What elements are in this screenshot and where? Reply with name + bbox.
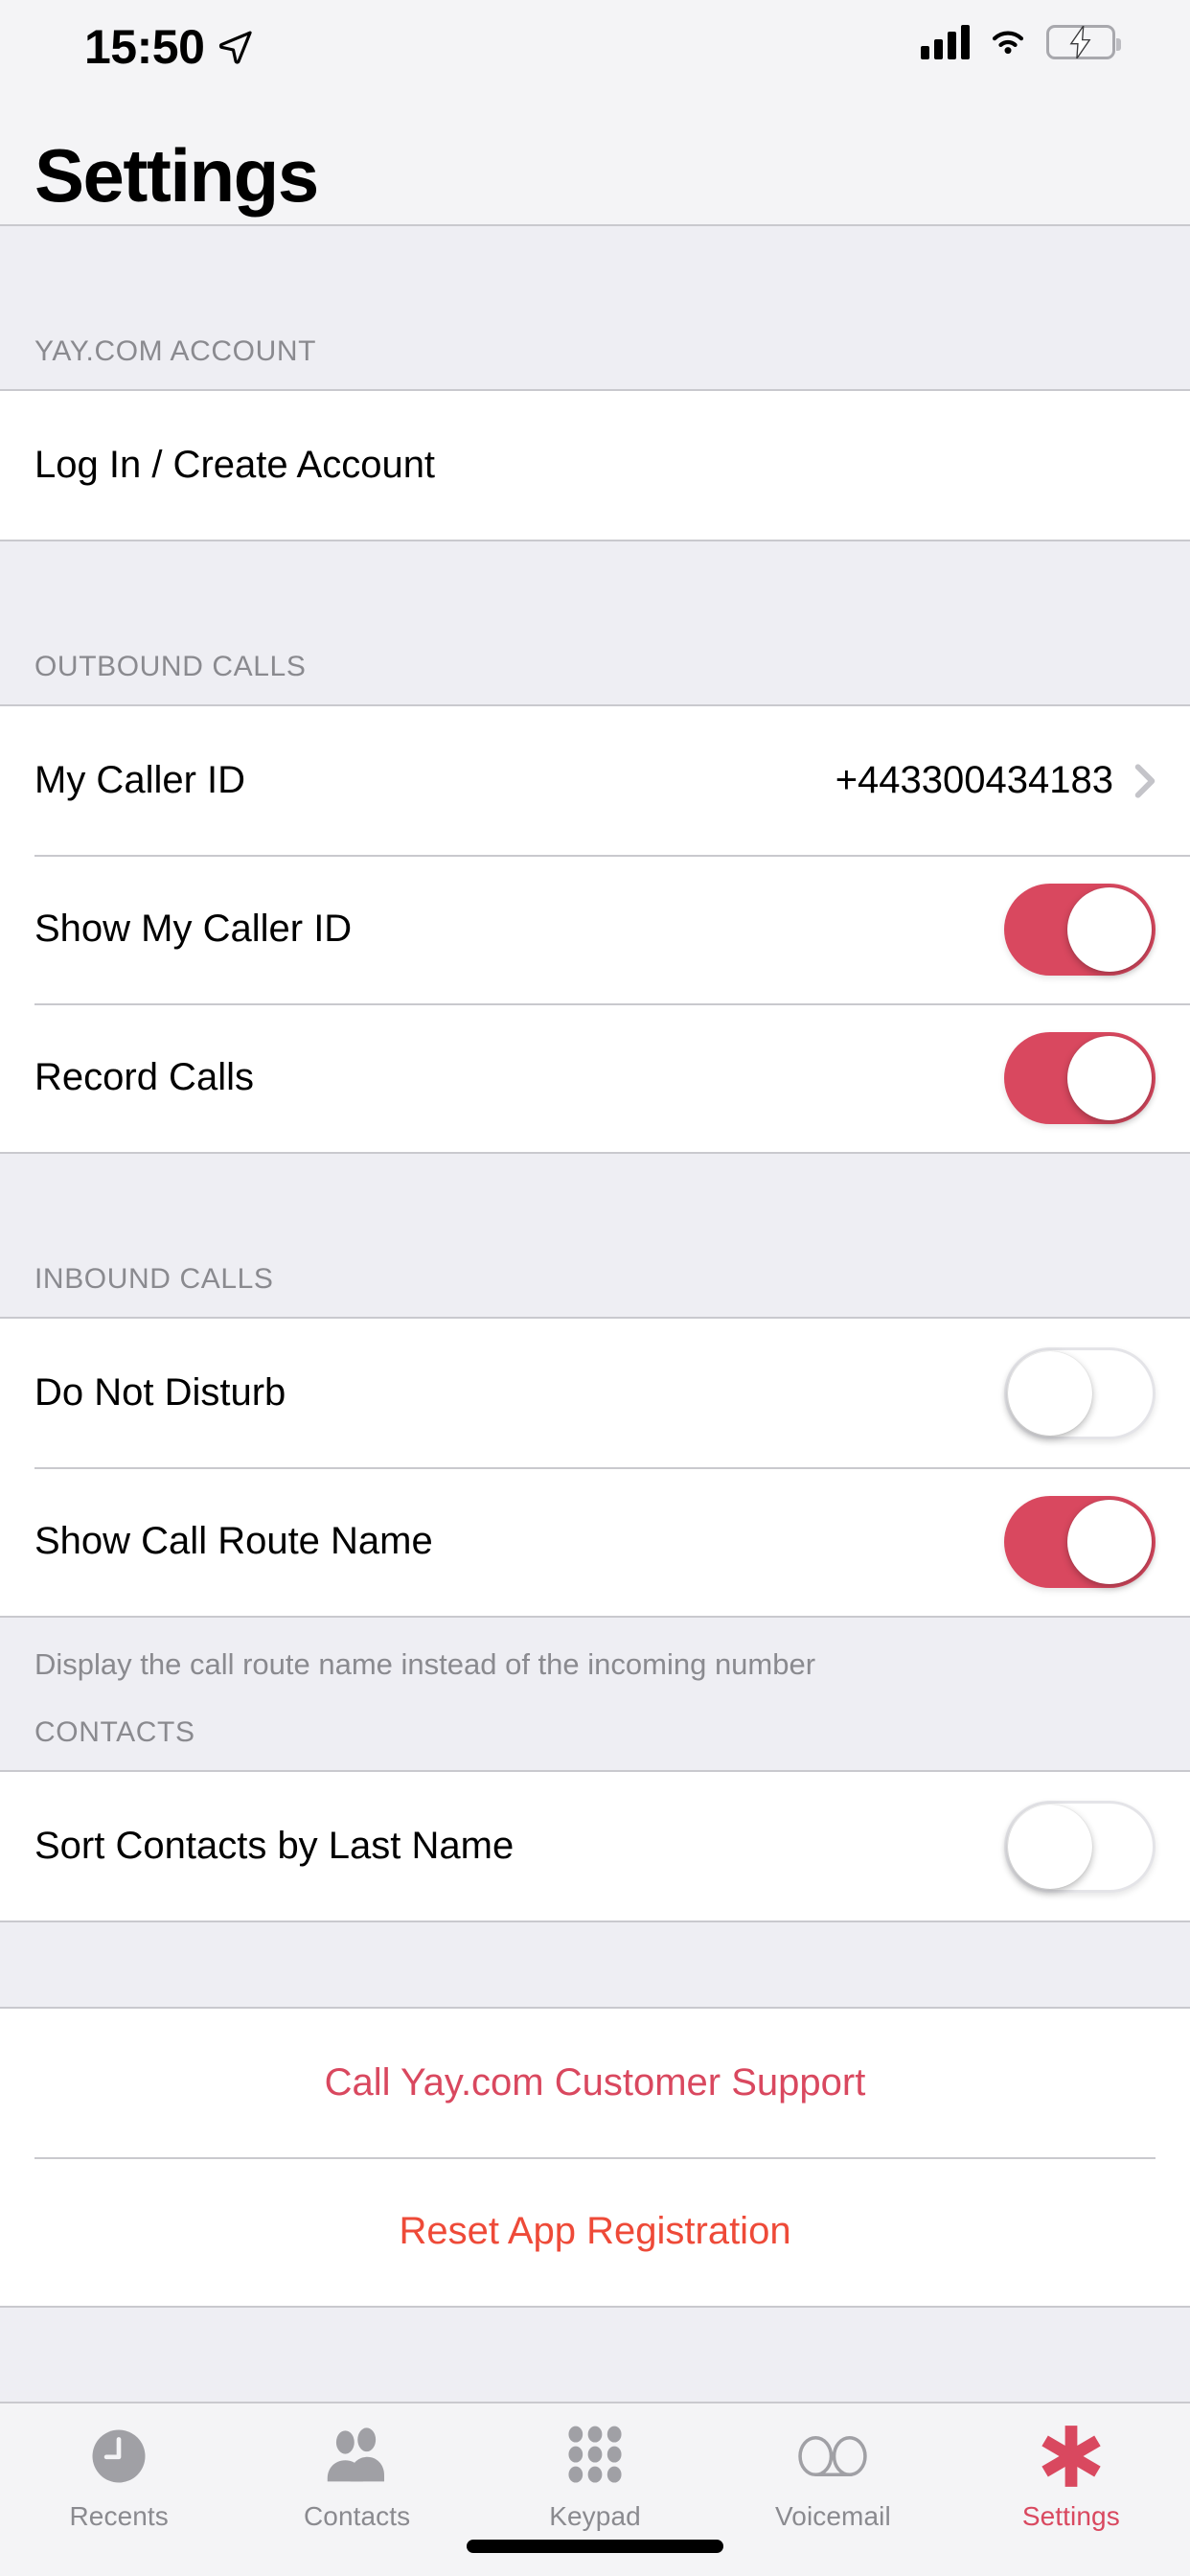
tab-label: Voicemail bbox=[775, 2501, 891, 2531]
tab-contacts[interactable]: Contacts bbox=[238, 2421, 475, 2532]
section-header-account: YAY.COM ACCOUNT bbox=[0, 226, 1190, 389]
tab-recents[interactable]: Recents bbox=[0, 2421, 238, 2532]
tab-keypad[interactable]: Keypad bbox=[476, 2421, 714, 2532]
status-bar-left: 15:50 bbox=[84, 23, 254, 71]
row-label: Do Not Disturb bbox=[34, 1371, 286, 1414]
page-title: Settings bbox=[34, 133, 319, 218]
clock-icon bbox=[87, 2421, 150, 2492]
group-outbound-calls: My Caller ID +443300434183 Show My Calle… bbox=[0, 704, 1190, 1154]
chevron-right-icon bbox=[1134, 763, 1156, 798]
cellular-signal-icon bbox=[921, 25, 970, 59]
tab-label: Settings bbox=[1021, 2501, 1120, 2531]
action-label: Call Yay.com Customer Support bbox=[324, 2061, 866, 2104]
status-bar: 15:50 bbox=[0, 0, 1190, 126]
tab-label: Recents bbox=[69, 2501, 169, 2531]
tab-label: Keypad bbox=[549, 2501, 641, 2531]
section-header-outbound-calls: OUTBOUND CALLS bbox=[0, 541, 1190, 704]
row-do-not-disturb[interactable]: Do Not Disturb bbox=[0, 1319, 1190, 1467]
tab-label: Contacts bbox=[303, 2501, 411, 2531]
bottom-spacer bbox=[0, 2308, 1190, 2366]
group-actions: Call Yay.com Customer Support Reset App … bbox=[0, 2007, 1190, 2309]
home-indicator bbox=[467, 2540, 723, 2553]
row-label: Show My Caller ID bbox=[34, 908, 353, 950]
row-show-my-caller-id[interactable]: Show My Caller ID bbox=[0, 855, 1190, 1003]
group-inbound-calls: Do Not Disturb Show Call Route Name bbox=[0, 1317, 1190, 1618]
row-my-caller-id[interactable]: My Caller ID +443300434183 bbox=[0, 706, 1190, 855]
group-contacts: Sort Contacts by Last Name bbox=[0, 1770, 1190, 1923]
settings-list: YAY.COM ACCOUNT Log In / Create Account … bbox=[0, 226, 1190, 2402]
row-label: Log In / Create Account bbox=[34, 444, 436, 486]
wifi-icon bbox=[992, 31, 1024, 55]
show-call-route-name-toggle[interactable] bbox=[1004, 1495, 1156, 1588]
voicemail-icon bbox=[796, 2421, 869, 2492]
row-log-in-create-account[interactable]: Log In / Create Account bbox=[0, 391, 1190, 540]
row-label: Show Call Route Name bbox=[34, 1520, 433, 1562]
section-spacer bbox=[0, 1922, 1190, 2008]
row-sort-contacts-by-last-name[interactable]: Sort Contacts by Last Name bbox=[0, 1772, 1190, 1921]
row-label: My Caller ID bbox=[34, 759, 246, 801]
action-label: Reset App Registration bbox=[399, 2210, 791, 2253]
navigation-bar: Settings bbox=[0, 126, 1190, 226]
group-account: Log In / Create Account bbox=[0, 389, 1190, 541]
location-arrow-icon bbox=[219, 31, 253, 64]
tab-voicemail[interactable]: Voicemail bbox=[714, 2421, 951, 2532]
section-header-inbound-calls: INBOUND CALLS bbox=[0, 1154, 1190, 1317]
people-icon bbox=[324, 2421, 391, 2492]
inbound-calls-footer-note: Display the call route name instead of t… bbox=[0, 1618, 1190, 1683]
sort-contacts-by-last-name-toggle[interactable] bbox=[1004, 1800, 1156, 1893]
asterisk-icon bbox=[1038, 2421, 1105, 2492]
keypad-icon bbox=[566, 2421, 624, 2492]
row-record-calls[interactable]: Record Calls bbox=[0, 1003, 1190, 1152]
status-bar-clock: 15:50 bbox=[84, 20, 205, 74]
tab-settings[interactable]: Settings bbox=[952, 2421, 1190, 2532]
reset-app-registration-button[interactable]: Reset App Registration bbox=[0, 2157, 1190, 2307]
row-label: Record Calls bbox=[34, 1056, 254, 1098]
record-calls-toggle[interactable] bbox=[1004, 1031, 1156, 1124]
battery-charging-icon bbox=[1046, 25, 1121, 59]
section-header-contacts: CONTACTS bbox=[0, 1682, 1190, 1771]
app-screen: 15:50 Settings YAY.COM ACCOUNT Log In / … bbox=[0, 0, 1190, 2576]
call-customer-support-button[interactable]: Call Yay.com Customer Support bbox=[0, 2009, 1190, 2158]
do-not-disturb-toggle[interactable] bbox=[1004, 1346, 1156, 1439]
caller-id-value: +443300434183 bbox=[835, 759, 1113, 801]
lightning-bolt-icon bbox=[1069, 26, 1091, 58]
show-my-caller-id-toggle[interactable] bbox=[1004, 883, 1156, 976]
status-bar-right bbox=[921, 25, 1121, 59]
row-label: Sort Contacts by Last Name bbox=[34, 1825, 515, 1868]
row-show-call-route-name[interactable]: Show Call Route Name bbox=[0, 1467, 1190, 1616]
